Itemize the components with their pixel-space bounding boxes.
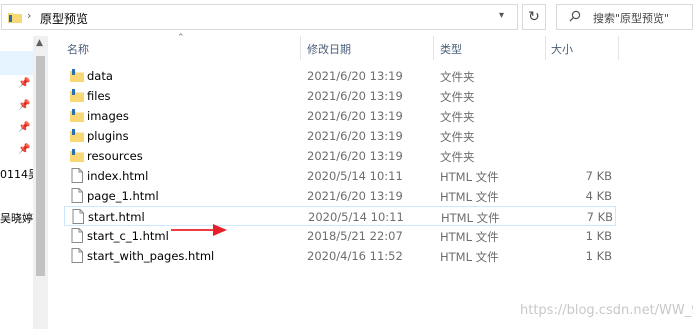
scrollbar-thumb[interactable] <box>36 56 45 276</box>
folder-icon <box>70 129 84 142</box>
file-size: 1 KB <box>585 229 612 243</box>
file-name: plugins <box>87 129 129 143</box>
file-name: start.html <box>88 210 145 224</box>
address-bar[interactable]: › 原型预览 ▾ <box>1 4 518 30</box>
file-row[interactable]: start_with_pages.html 2020/4/16 11:52 HTML… <box>64 246 616 266</box>
search-input[interactable]: 搜索"原型预览" <box>556 4 693 30</box>
folder-row[interactable]: images 2021/6/20 13:19 文件夹 <box>64 106 616 126</box>
watermark: https://blog.csdn.net/WW_998 <box>520 303 693 318</box>
file-size: 7 KB <box>586 210 613 224</box>
scroll-up-icon[interactable]: ▲ <box>36 38 43 48</box>
nav-selected-item[interactable] <box>0 51 33 75</box>
column-size[interactable]: 大小 <box>551 41 573 57</box>
file-size: 4 KB <box>585 189 612 203</box>
folder-icon <box>8 13 22 23</box>
column-header: ⌃ 名称 修改日期 类型 大小 <box>48 33 693 60</box>
file-name: data <box>87 69 113 83</box>
file-row[interactable]: start_c_1.html 2018/5/21 22:07 HTML 文件 1 KB <box>64 226 616 246</box>
folder-icon <box>70 69 84 82</box>
file-type: 文件夹 <box>440 90 475 104</box>
file-type: HTML 文件 <box>440 230 499 244</box>
file-name: index.html <box>87 169 149 183</box>
file-name: files <box>87 89 111 103</box>
pin-icon[interactable]: 📌 <box>18 78 30 89</box>
file-name: start_c_1.html <box>87 229 169 243</box>
file-size: 7 KB <box>585 169 612 183</box>
file-type: 文件夹 <box>440 70 475 84</box>
file-type: 文件夹 <box>440 130 475 144</box>
search-icon <box>569 10 581 22</box>
file-type: HTML 文件 <box>440 250 499 264</box>
refresh-icon: ↻ <box>528 9 540 25</box>
file-type: HTML 文件 <box>441 211 500 225</box>
nav-scrollbar[interactable]: ▲ <box>33 36 48 329</box>
column-divider[interactable] <box>618 36 619 60</box>
sort-ascending-icon: ⌃ <box>177 33 185 43</box>
address-bar-row: › 原型预览 ▾ ↻ 搜索"原型预览" <box>0 0 693 36</box>
html-file-icon <box>71 168 83 183</box>
file-date: 2021/6/20 13:19 <box>307 69 403 83</box>
file-list: ⌃ 名称 修改日期 类型 大小 data 2021/6/20 13:19 文件夹 fi… <box>48 33 693 329</box>
pin-icon[interactable]: 📌 <box>18 144 30 155</box>
file-type: 文件夹 <box>440 150 475 164</box>
file-name: page_1.html <box>87 189 159 203</box>
refresh-button[interactable]: ↻ <box>522 4 546 30</box>
file-type: HTML 文件 <box>440 190 499 204</box>
file-date: 2020/4/16 11:52 <box>307 249 403 263</box>
file-name: images <box>87 109 129 123</box>
file-name: start_with_pages.html <box>87 249 215 263</box>
file-date: 2021/6/20 13:19 <box>307 149 403 163</box>
file-date: 2020/5/14 10:11 <box>307 169 403 183</box>
column-divider[interactable] <box>433 36 434 60</box>
file-type: 文件夹 <box>440 110 475 124</box>
file-date: 2021/6/20 13:19 <box>307 129 403 143</box>
file-date: 2020/5/14 10:11 <box>308 210 404 224</box>
html-file-icon <box>71 248 83 263</box>
chevron-down-icon[interactable]: ▾ <box>499 10 504 21</box>
folder-row[interactable]: data 2021/6/20 13:19 文件夹 <box>64 66 616 86</box>
pin-icon[interactable]: 📌 <box>18 122 30 133</box>
folder-icon <box>70 89 84 102</box>
column-name[interactable]: 名称 <box>67 41 89 57</box>
folder-row[interactable]: resources 2021/6/20 13:19 文件夹 <box>64 146 616 166</box>
folder-icon <box>70 149 84 162</box>
column-divider[interactable] <box>545 36 546 60</box>
navigation-pane: 📌 📌 📌 📌 0114吴 吴晓婷 <box>0 36 33 329</box>
chevron-right-icon[interactable]: › <box>27 9 31 22</box>
folder-row[interactable]: files 2021/6/20 13:19 文件夹 <box>64 86 616 106</box>
file-size: 1 KB <box>585 249 612 263</box>
column-type[interactable]: 类型 <box>440 41 462 57</box>
file-type: HTML 文件 <box>440 170 499 184</box>
file-date: 2018/5/21 22:07 <box>307 229 403 243</box>
file-date: 2021/6/20 13:19 <box>307 89 403 103</box>
search-placeholder: 搜索"原型预览" <box>593 12 670 25</box>
file-row[interactable]: page_1.html 2021/6/20 13:19 HTML 文件 4 KB <box>64 186 616 206</box>
folder-row[interactable]: plugins 2021/6/20 13:19 文件夹 <box>64 126 616 146</box>
html-file-icon <box>71 228 83 243</box>
annotation-arrow <box>171 224 227 236</box>
folder-icon <box>70 109 84 122</box>
column-date[interactable]: 修改日期 <box>307 41 351 57</box>
file-name: resources <box>87 149 143 163</box>
nav-item-label[interactable]: 0114吴 <box>0 166 33 182</box>
pin-icon[interactable]: 📌 <box>18 100 30 111</box>
nav-item-label[interactable]: 吴晓婷 <box>0 210 33 226</box>
html-file-icon <box>72 209 84 224</box>
file-date: 2021/6/20 13:19 <box>307 109 403 123</box>
address-path[interactable]: 原型预览 <box>40 10 88 27</box>
column-divider[interactable] <box>300 36 301 60</box>
file-row[interactable]: start.html 2020/5/14 10:11 HTML 文件 7 KB <box>64 206 616 226</box>
html-file-icon <box>71 188 83 203</box>
file-row[interactable]: index.html 2020/5/14 10:11 HTML 文件 7 KB <box>64 166 616 186</box>
file-date: 2021/6/20 13:19 <box>307 189 403 203</box>
